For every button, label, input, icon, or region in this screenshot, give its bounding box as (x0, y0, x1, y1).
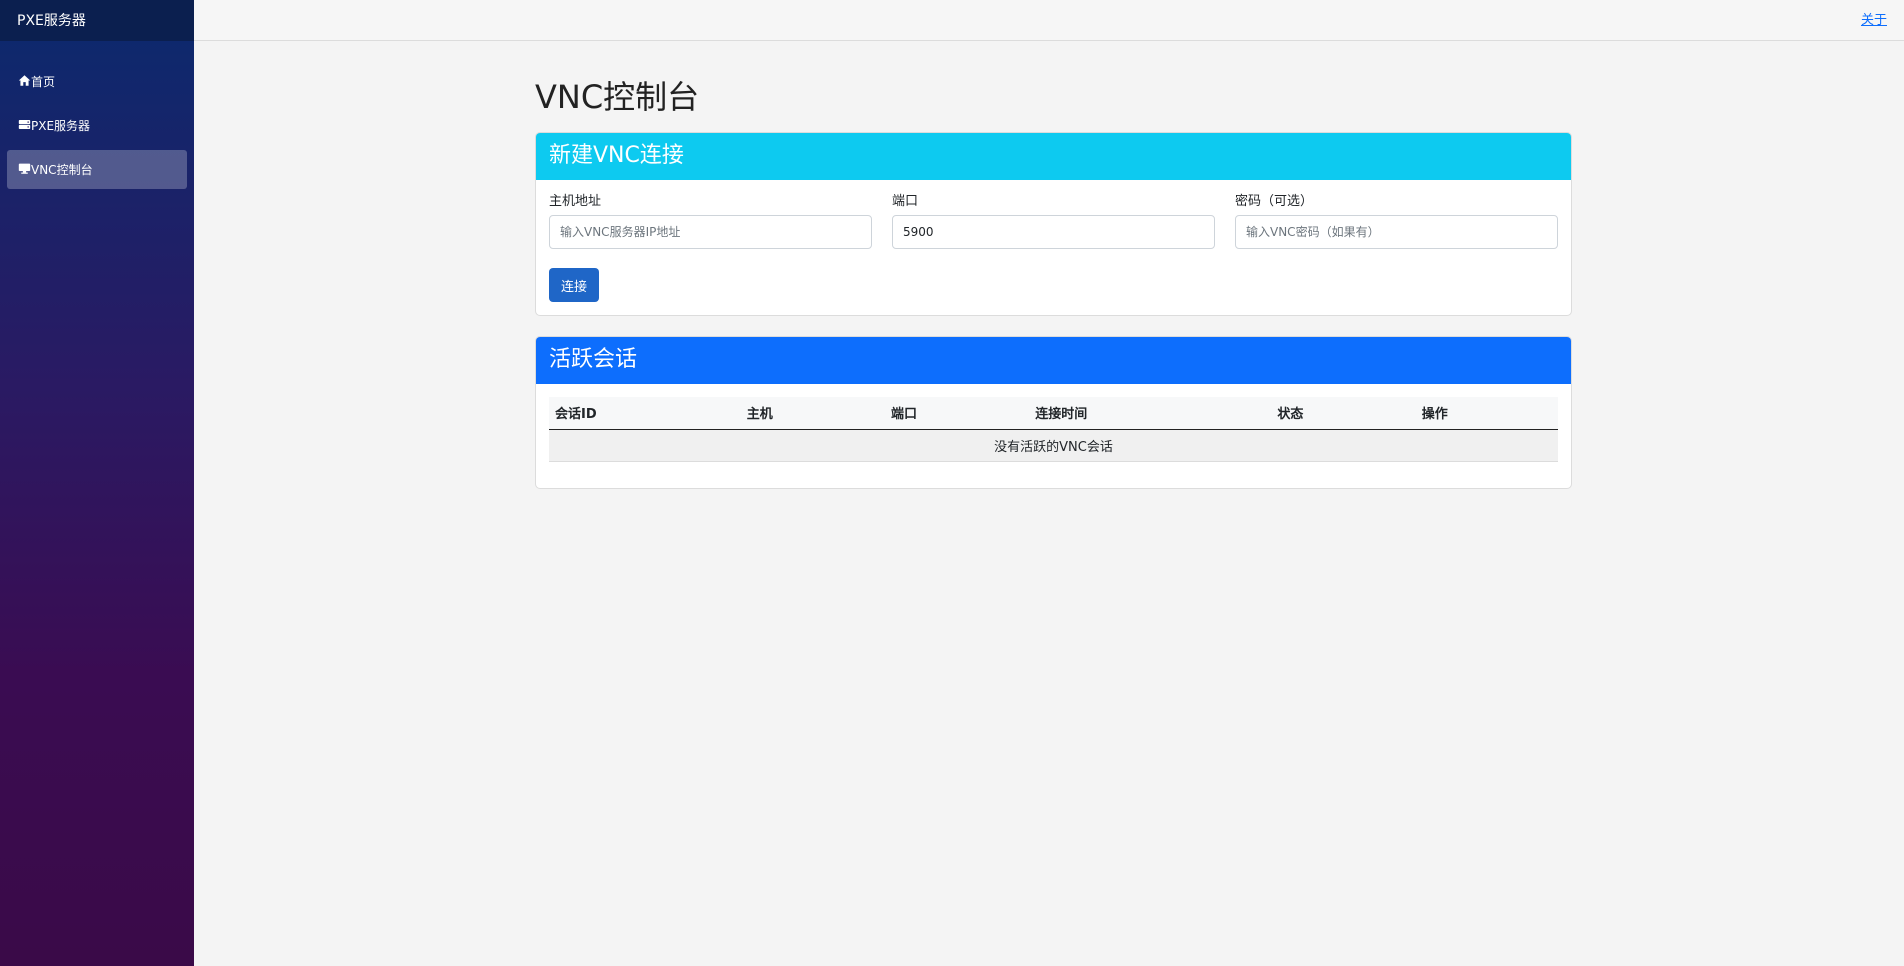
sidebar-item-pxe-server[interactable]: PXE服务器 (7, 106, 187, 145)
host-label: 主机地址 (549, 194, 602, 209)
sidebar-item-label: 首页 (31, 75, 56, 89)
topbar: 关于 (194, 0, 1904, 41)
sidebar-nav: 首页 PXE服务器 VNC控制台 (0, 41, 194, 189)
sessions-table: 会话ID 主机 端口 连接时间 状态 操作 没有活跃的VNC会话 (549, 397, 1558, 462)
sidebar-item-label: PXE服务器 (31, 119, 91, 133)
new-connection-card: 新建VNC连接 主机地址 端口 密码（可选） 连接 (535, 132, 1572, 316)
new-connection-header: 新建VNC连接 (536, 133, 1571, 180)
port-group: 端口 (892, 193, 1215, 249)
password-group: 密码（可选） (1235, 193, 1558, 249)
sidebar-item-home[interactable]: 首页 (7, 62, 187, 101)
port-label: 端口 (892, 194, 919, 209)
main-content: VNC控制台 新建VNC连接 主机地址 端口 密码（可选） 连接 活 (535, 70, 1572, 509)
column-header-session-id: 会话ID (549, 397, 741, 430)
password-label: 密码（可选） (1235, 194, 1314, 209)
column-header-connect-time: 连接时间 (1029, 397, 1272, 430)
brand-title: PXE服务器 (0, 0, 194, 41)
sidebar: PXE服务器 首页 PXE服务器 VNC控制台 (0, 0, 194, 966)
column-header-status: 状态 (1271, 397, 1416, 430)
sessions-header: 活跃会话 (536, 337, 1571, 384)
sidebar-item-label: VNC控制台 (31, 163, 93, 177)
sidebar-item-vnc-console[interactable]: VNC控制台 (7, 150, 187, 189)
connect-button[interactable]: 连接 (549, 268, 600, 302)
column-header-actions: 操作 (1415, 397, 1558, 430)
port-input[interactable] (892, 215, 1215, 249)
empty-sessions-message: 没有活跃的VNC会话 (549, 429, 1558, 462)
table-row: 没有活跃的VNC会话 (549, 429, 1558, 462)
table-header-row: 会话ID 主机 端口 连接时间 状态 操作 (549, 397, 1558, 430)
host-group: 主机地址 (549, 193, 872, 249)
column-header-port: 端口 (884, 397, 1030, 430)
page-title: VNC控制台 (535, 78, 700, 116)
password-input[interactable] (1235, 215, 1558, 249)
sessions-card: 活跃会话 会话ID 主机 端口 连接时间 状态 操作 没有活跃的VNC会话 (535, 336, 1572, 489)
home-icon (18, 74, 31, 90)
about-link[interactable]: 关于 (1861, 9, 1887, 28)
new-connection-form: 主机地址 端口 密码（可选） 连接 (536, 180, 1571, 315)
monitor-icon (18, 162, 31, 178)
host-input[interactable] (549, 215, 872, 249)
column-header-host: 主机 (740, 397, 885, 430)
server-icon (18, 118, 31, 134)
